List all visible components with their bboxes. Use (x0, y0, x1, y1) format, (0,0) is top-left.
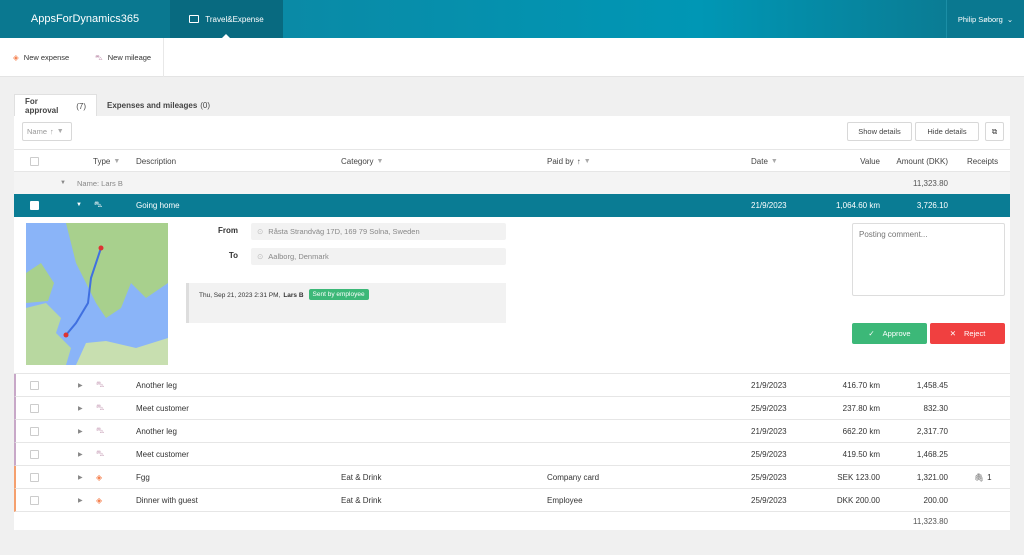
filter-icon[interactable]: ▼ (771, 158, 778, 165)
column-value[interactable]: Value (814, 150, 880, 172)
group-row[interactable]: ▼ Name: Lars B 11,323.80 (14, 172, 1010, 195)
divider (163, 38, 164, 77)
selected-row[interactable]: ▼ ⛍ Going home 21/9/2023 1,064.60 km 3,7… (14, 194, 1010, 217)
row-checkbox[interactable] (30, 403, 39, 413)
filter-icon[interactable]: ▼ (113, 158, 120, 165)
receipts-link[interactable]: 🖇 1 (974, 466, 992, 488)
hide-details-button[interactable]: Hide details (915, 122, 979, 141)
expand-arrow-icon[interactable]: ▶ (78, 374, 83, 396)
table-row[interactable]: ▶ ◈ Dinner with guest Eat & Drink Employ… (14, 489, 1010, 512)
sort-arrow-icon: ↑ (50, 127, 54, 136)
close-icon: ✕ (949, 329, 957, 338)
car-icon: ⛍ (96, 380, 105, 389)
column-header-row: Type ▼ Description Category ▼ Paid by ↑ ▼ Da… (14, 149, 1010, 172)
export-button[interactable]: ⧉ (985, 122, 1004, 141)
expand-arrow-icon[interactable]: ▶ (78, 466, 83, 488)
new-expense-button[interactable]: ◈ New expense (13, 38, 69, 77)
route-map[interactable] (26, 223, 168, 365)
user-menu[interactable]: Philip Søborg ⌄ (946, 0, 1024, 38)
row-details: From ⊙ Råsta Strandväg 17D, 169 79 Solna,… (14, 217, 1010, 374)
location-pin-icon: ⊙ (257, 227, 264, 236)
tab-expenses-and-mileages[interactable]: Expenses and mileages (0) (97, 94, 220, 117)
receipt-icon: ◈ (13, 53, 19, 62)
column-paid-by[interactable]: Paid by ↑ ▼ (547, 150, 591, 172)
column-amount[interactable]: Amount (DKK) (884, 150, 948, 172)
tab-for-approval[interactable]: For approval (7) (14, 94, 97, 117)
car-icon: ⛍ (94, 200, 103, 209)
paperclip-icon: 🖇 (974, 472, 985, 482)
row-checkbox[interactable] (30, 426, 39, 436)
expand-arrow-icon[interactable]: ▶ (78, 489, 83, 511)
app-tab-travel-expense[interactable]: Travel&Expense (170, 0, 283, 38)
collapse-arrow-icon[interactable]: ▼ (60, 172, 66, 194)
expand-arrow-icon[interactable]: ▶ (78, 420, 83, 442)
footer-total-row: 11,323.80 (913, 516, 948, 526)
table-row[interactable]: ▶ ⛍ Meet customer 25/9/2023 419.50 km 1,… (14, 443, 1010, 466)
status-badge: Sent by employee (308, 289, 369, 300)
column-date[interactable]: Date ▼ (751, 150, 778, 172)
from-address-field[interactable]: ⊙ Råsta Strandväg 17D, 169 79 Solna, Swed… (251, 223, 506, 240)
car-icon: ⛍ (96, 403, 105, 412)
car-icon: ⛍ (96, 449, 105, 458)
row-checkbox[interactable] (30, 449, 39, 459)
row-checkbox[interactable] (30, 472, 39, 482)
receipt-icon: ◈ (96, 472, 103, 482)
wallet-icon (189, 15, 200, 23)
new-mileage-button[interactable]: ⛍ New mileage (95, 38, 151, 77)
check-icon: ✓ (868, 329, 875, 338)
table-row[interactable]: ▶ ⛍ Another leg 21/9/2023 662.20 km 2,31… (14, 420, 1010, 443)
row-checkbox[interactable] (30, 495, 39, 505)
location-pin-icon: ⊙ (257, 252, 264, 261)
column-receipts[interactable]: Receipts (967, 150, 998, 172)
filter-icon[interactable]: ▼ (584, 158, 591, 165)
brand-logo[interactable]: AppsForDynamics365 (0, 0, 170, 38)
column-type[interactable]: Type ▼ (93, 150, 120, 172)
expand-arrow-icon[interactable]: ▶ (78, 397, 83, 419)
command-bar: ◈ New expense ⛍ New mileage (0, 38, 1024, 77)
filter-icon: ▼ (56, 128, 64, 135)
sort-arrow-icon: ↑ (576, 156, 581, 166)
reject-button[interactable]: ✕ Reject (930, 323, 1005, 344)
filter-icon[interactable]: ▼ (376, 158, 383, 165)
table-row[interactable]: ▶ ◈ Fgg Eat & Drink Company card 25/9/20… (14, 466, 1010, 489)
export-icon: ⧉ (991, 126, 998, 136)
row-checkbox[interactable] (30, 200, 39, 210)
comment-textarea[interactable] (852, 223, 1005, 296)
expand-arrow-icon[interactable]: ▶ (78, 443, 83, 465)
select-all-checkbox[interactable] (30, 156, 39, 166)
show-details-button[interactable]: Show details (847, 122, 912, 141)
column-category[interactable]: Category ▼ (341, 150, 383, 172)
receipt-icon: ◈ (96, 495, 103, 505)
history-entry: Thu, Sep 21, 2023 2:31 PM, Lars B Sent by… (186, 283, 506, 323)
row-checkbox[interactable] (30, 380, 39, 390)
collapse-arrow-icon[interactable]: ▼ (76, 194, 82, 216)
column-description[interactable]: Description (136, 150, 176, 172)
table-row[interactable]: ▶ ⛍ Meet customer 25/9/2023 237.80 km 83… (14, 397, 1010, 420)
car-icon: ⛍ (96, 426, 105, 435)
car-icon: ⛍ (95, 52, 103, 62)
chevron-down-icon: ⌄ (1006, 14, 1014, 24)
approve-button[interactable]: ✓ Approve (852, 323, 927, 344)
to-address-field[interactable]: ⊙ Aalborg, Denmark (251, 248, 506, 265)
table-row[interactable]: ▶ ⛍ Another leg 21/9/2023 416.70 km 1,45… (14, 374, 1010, 397)
sort-name-button[interactable]: Name ↑ ▼ (22, 122, 72, 141)
